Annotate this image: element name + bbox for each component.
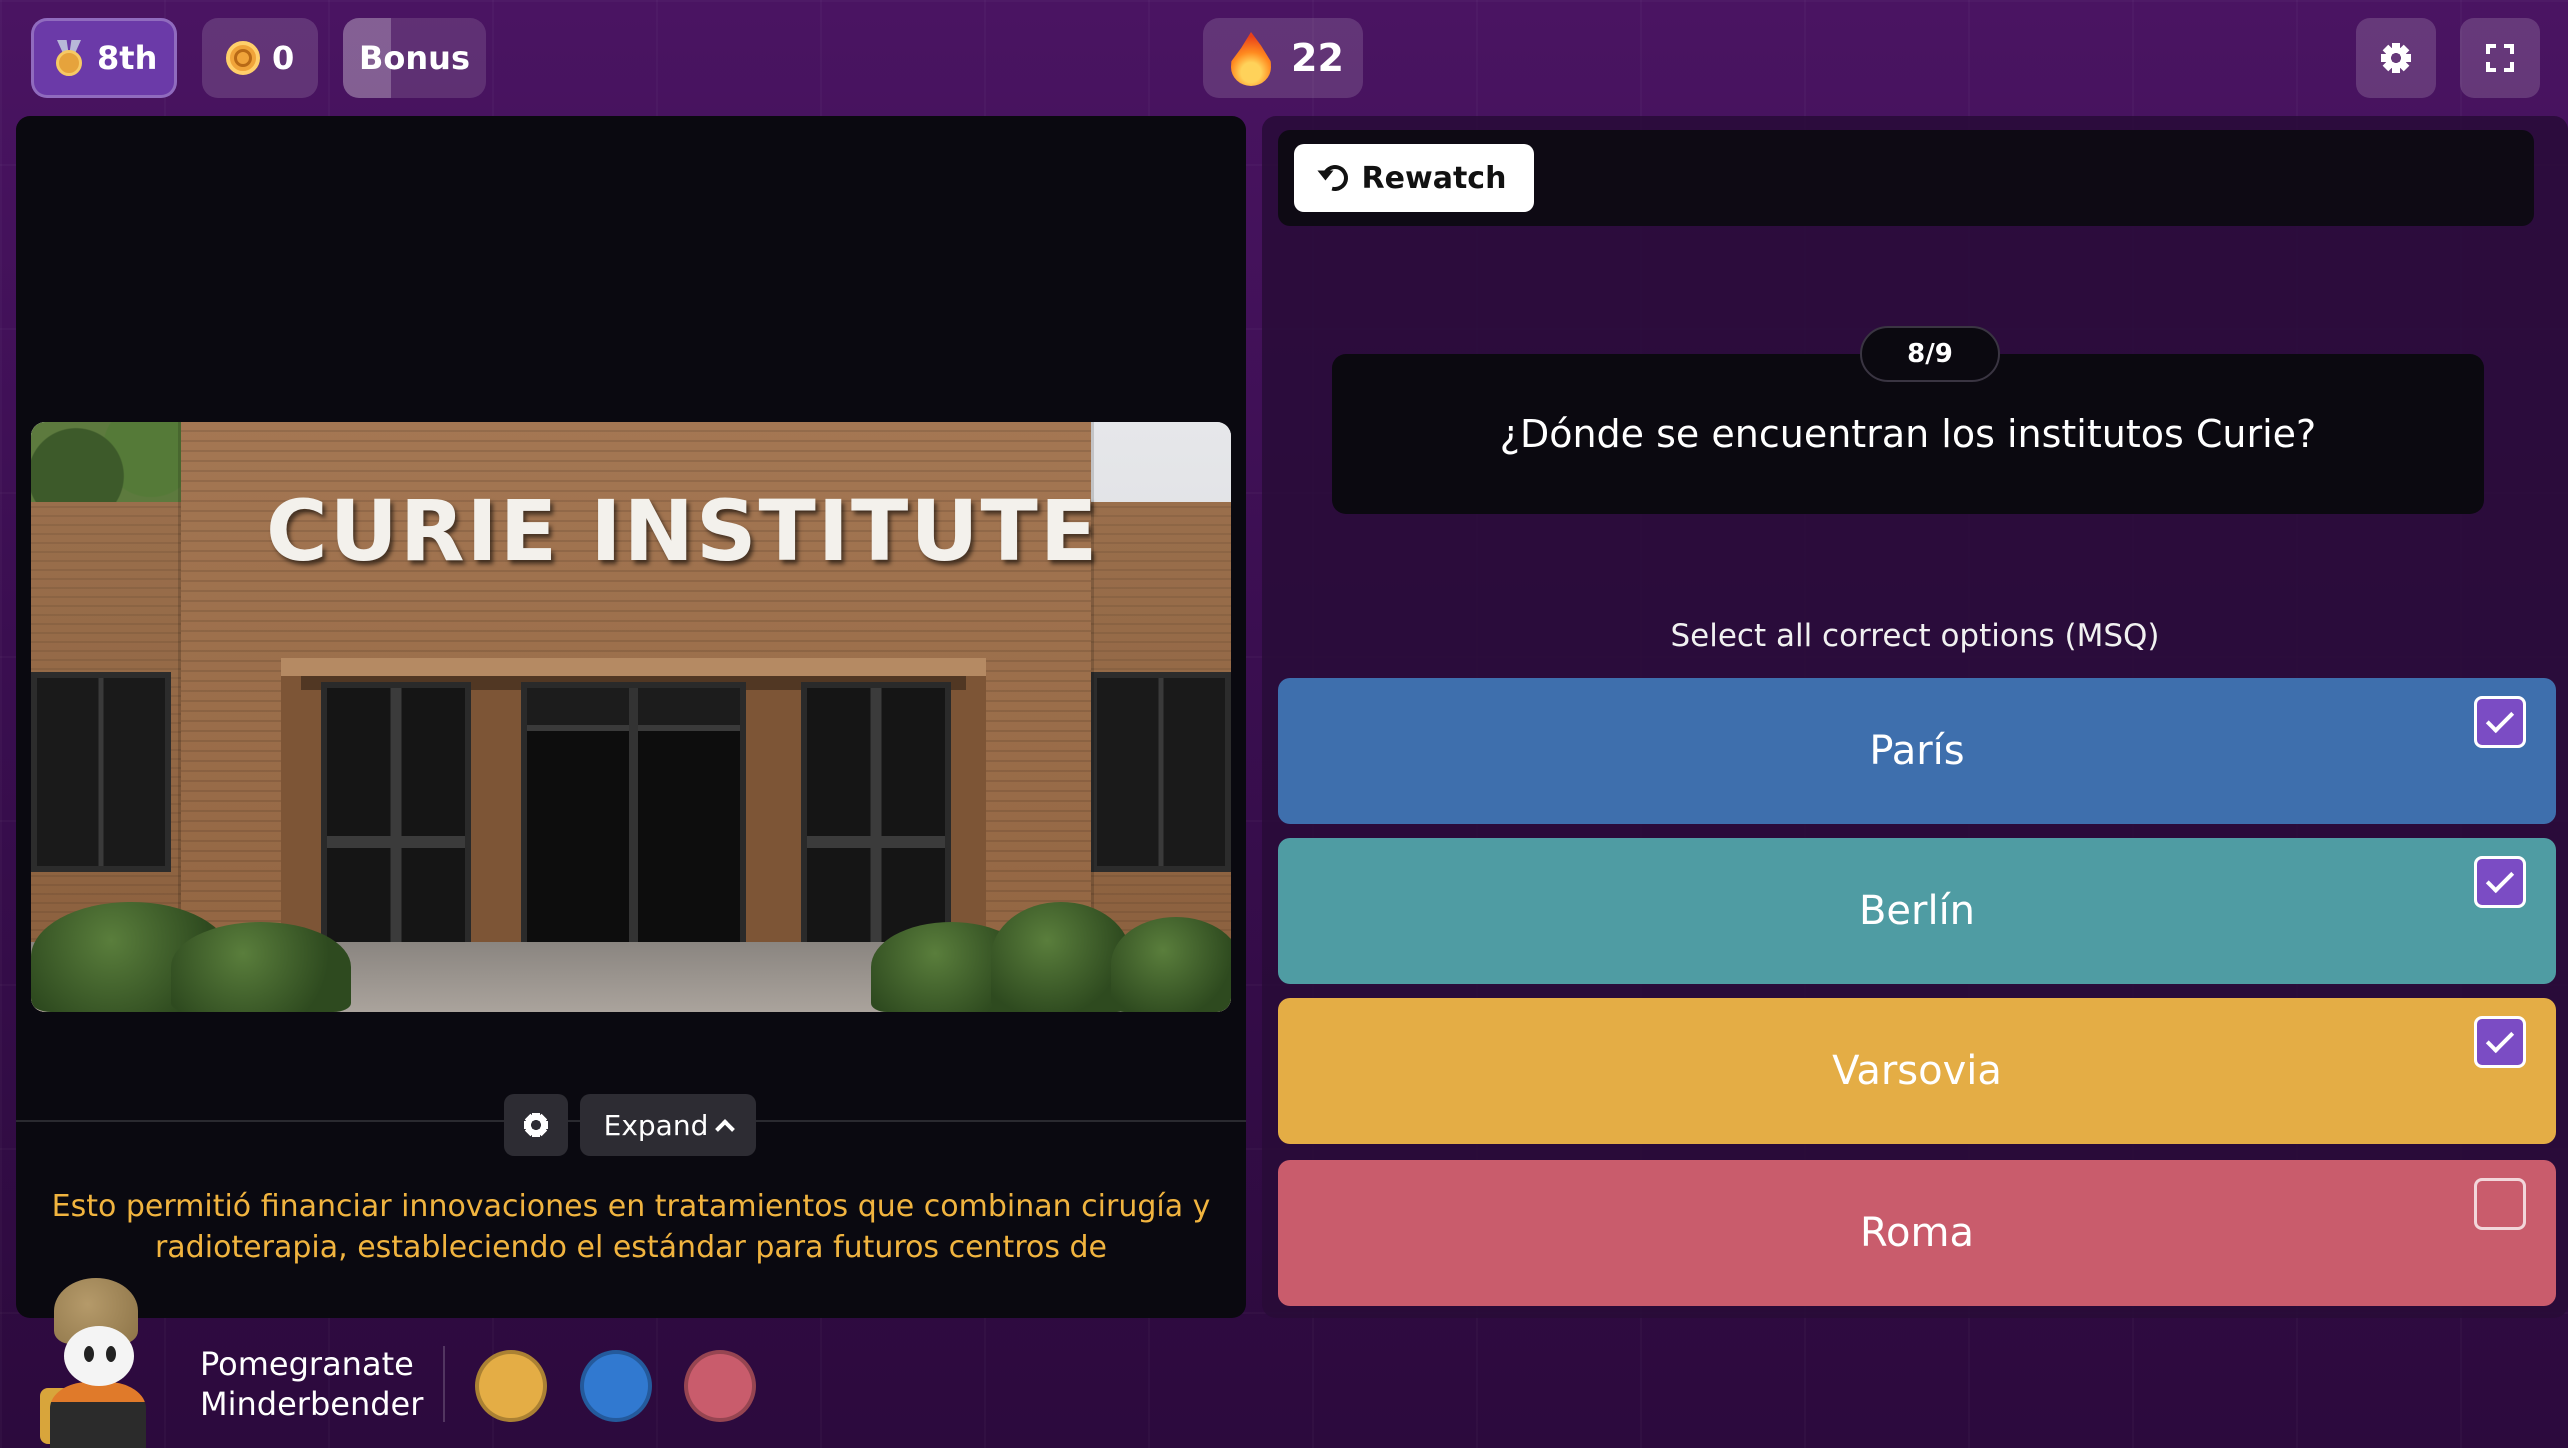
question-counter: 8/9 xyxy=(1860,326,2000,382)
option-label: Roma xyxy=(1860,1210,1974,1256)
player-name-line1: Pomegranate xyxy=(200,1345,414,1383)
player-avatar xyxy=(40,1278,160,1448)
option-berlin[interactable]: Berlín xyxy=(1278,838,2556,984)
check-icon xyxy=(2485,704,2515,734)
bush xyxy=(171,922,351,1012)
player-name-line2: Minderbender xyxy=(200,1385,424,1423)
option-roma[interactable]: Roma xyxy=(1278,1160,2556,1306)
rewatch-button[interactable]: Rewatch xyxy=(1294,144,1534,212)
fullscreen-button[interactable] xyxy=(2460,18,2540,98)
window-right xyxy=(1091,672,1231,872)
coin-counter: 0 xyxy=(202,18,318,98)
streak-value: 22 xyxy=(1291,36,1344,80)
question-text: ¿Dónde se encuentran los institutos Curi… xyxy=(1499,412,2317,456)
rewatch-label: Rewatch xyxy=(1361,160,1507,196)
flame-icon xyxy=(1229,28,1273,88)
fullscreen-icon xyxy=(2486,44,2514,72)
check-icon xyxy=(2485,864,2515,894)
option-varsovia[interactable]: Varsovia xyxy=(1278,998,2556,1144)
settings-button[interactable] xyxy=(2356,18,2436,98)
player-name: Pomegranate Minderbender xyxy=(200,1344,423,1424)
trees-image xyxy=(31,422,181,512)
video-frame[interactable]: CURIE INSTITUTE xyxy=(31,422,1231,1012)
checkbox-checked[interactable] xyxy=(2474,696,2526,748)
checkbox-checked[interactable] xyxy=(2474,856,2526,908)
check-icon xyxy=(2485,1024,2515,1054)
window-left xyxy=(31,672,171,872)
bush xyxy=(1111,917,1231,1012)
video-settings-button[interactable] xyxy=(504,1094,568,1156)
checkbox-checked[interactable] xyxy=(2474,1016,2526,1068)
video-caption: Esto permitió financiar innovaciones en … xyxy=(51,1189,1211,1265)
option-label: Berlín xyxy=(1858,888,1976,934)
powerup-slot-yellow[interactable] xyxy=(475,1350,547,1422)
expand-label: Expand xyxy=(603,1108,709,1142)
streak-counter: 22 xyxy=(1203,18,1363,98)
option-label: París xyxy=(1869,728,1965,774)
coin-value: 0 xyxy=(272,39,295,77)
medal-icon xyxy=(53,40,85,76)
option-paris[interactable]: París xyxy=(1278,678,2556,824)
gear-icon xyxy=(2381,43,2411,73)
player-bar-divider xyxy=(443,1346,445,1422)
checkbox-unchecked[interactable] xyxy=(2474,1178,2526,1230)
chevron-up-icon xyxy=(715,1119,736,1139)
bonus-button[interactable]: Bonus xyxy=(343,18,486,98)
bonus-label: Bonus xyxy=(359,39,470,77)
bush xyxy=(991,902,1131,1012)
expand-button[interactable]: Expand xyxy=(580,1094,756,1156)
rank-badge: 8th xyxy=(31,18,177,98)
media-panel: CURIE INSTITUTE Expand Esto permitió fin… xyxy=(16,116,1246,1318)
building-sign: CURIE INSTITUTE xyxy=(266,482,1100,580)
powerup-slot-red[interactable] xyxy=(684,1350,756,1422)
rank-value: 8th xyxy=(97,39,158,77)
coin-icon xyxy=(226,41,260,75)
question-panel: Rewatch ¿Dónde se encuentran los institu… xyxy=(1262,116,2568,1318)
answer-instruction: Select all correct options (MSQ) xyxy=(1670,618,2160,654)
option-label: Varsovia xyxy=(1832,1048,2002,1094)
top-bar: 8th 0 Bonus 22 xyxy=(0,0,2568,114)
powerup-slot-blue[interactable] xyxy=(580,1350,652,1422)
gear-icon xyxy=(524,1113,548,1137)
rewind-icon xyxy=(1316,160,1353,196)
